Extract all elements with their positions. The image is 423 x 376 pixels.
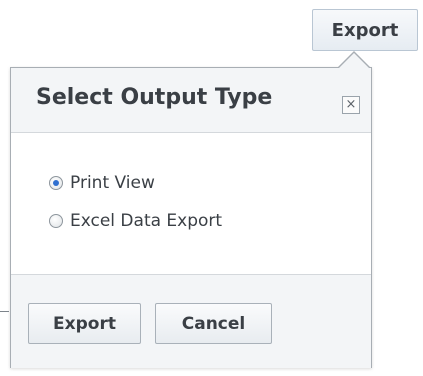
close-icon[interactable]: ×	[342, 96, 360, 114]
dialog-title: Select Output Type	[36, 85, 273, 110]
export-trigger-button[interactable]: Export	[312, 9, 418, 51]
radio-print-view[interactable]	[49, 176, 63, 190]
edge-divider	[0, 311, 9, 312]
dialog-footer: Export Cancel	[11, 274, 371, 368]
select-output-type-dialog: Select Output Type × Print View Excel Da…	[10, 67, 372, 368]
option-excel-data-export[interactable]: Excel Data Export	[49, 206, 222, 236]
cancel-button[interactable]: Cancel	[155, 303, 272, 344]
dialog-header: Select Output Type ×	[11, 68, 371, 133]
export-popup-screen: Export Select Output Type × Print View E…	[0, 0, 423, 376]
popup-pointer	[339, 53, 369, 68]
option-print-view[interactable]: Print View	[49, 168, 222, 198]
export-button[interactable]: Export	[28, 303, 141, 344]
radio-excel-data-export[interactable]	[49, 214, 63, 228]
option-label-print-view: Print View	[70, 173, 155, 193]
option-label-excel-data-export: Excel Data Export	[70, 211, 223, 231]
output-type-options: Print View Excel Data Export	[49, 168, 222, 244]
